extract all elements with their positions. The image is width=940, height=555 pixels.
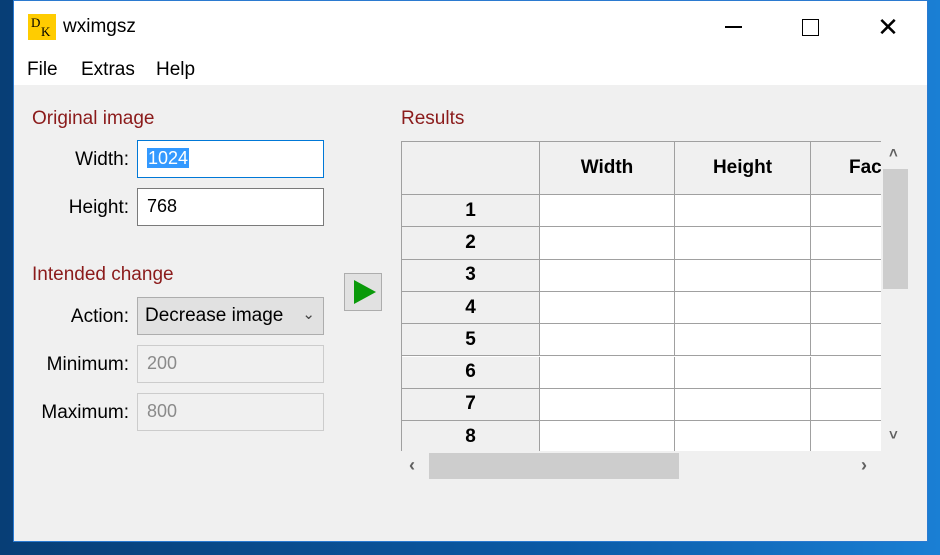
maximum-value: 800: [147, 401, 178, 421]
minimize-button[interactable]: [694, 1, 772, 53]
grid-cell[interactable]: [811, 388, 881, 422]
grid-cell[interactable]: [540, 324, 675, 357]
close-icon: ✕: [877, 12, 899, 42]
grid-cell[interactable]: [675, 195, 811, 228]
logo-letter-d: D: [31, 15, 41, 30]
row-header[interactable]: 7: [402, 388, 540, 422]
minimum-value: 200: [147, 353, 178, 373]
vertical-scrollbar[interactable]: ˄ ˅: [883, 141, 908, 451]
grid-cell[interactable]: [540, 291, 675, 325]
grid-cell[interactable]: [811, 291, 881, 325]
menu-extras[interactable]: Extras: [81, 59, 135, 81]
intended-change-heading: Intended change: [32, 264, 174, 285]
minimum-label: Minimum:: [46, 354, 129, 375]
column-header[interactable]: Fac: [811, 142, 881, 195]
row-header[interactable]: 6: [402, 356, 540, 389]
grid-cell[interactable]: [675, 259, 811, 292]
horizontal-scroll-thumb[interactable]: [429, 453, 679, 479]
scroll-up-icon[interactable]: ˄: [889, 145, 898, 162]
grid-corner[interactable]: [402, 142, 540, 195]
menu-help[interactable]: Help: [156, 59, 195, 81]
grid-cell[interactable]: [675, 227, 811, 260]
height-input[interactable]: 768: [137, 188, 324, 226]
maximize-button[interactable]: [771, 1, 849, 53]
chevron-down-icon: ⌄: [302, 306, 315, 323]
height-label: Height:: [68, 197, 129, 218]
scroll-left-icon[interactable]: ‹: [409, 455, 415, 476]
window-title: wximgsz: [63, 16, 136, 37]
maximum-label: Maximum:: [41, 402, 129, 423]
grid-cell[interactable]: [540, 388, 675, 422]
grid-cell[interactable]: [540, 259, 675, 292]
grid-cell[interactable]: [811, 356, 881, 389]
width-label: Width:: [75, 149, 129, 170]
close-button[interactable]: ✕: [849, 1, 927, 53]
grid-cell[interactable]: [811, 421, 881, 451]
column-header[interactable]: Width: [540, 142, 675, 195]
height-value: 768: [147, 196, 178, 216]
row-header[interactable]: 4: [402, 291, 540, 325]
grid-cell[interactable]: [675, 291, 811, 325]
width-value: 1024: [147, 148, 190, 168]
row-header[interactable]: 1: [402, 195, 540, 228]
maximum-input: 800: [137, 393, 324, 431]
action-label: Action:: [70, 306, 129, 327]
original-image-heading: Original image: [32, 108, 155, 129]
row-header[interactable]: 5: [402, 324, 540, 357]
title-bar[interactable]: D K wximgsz ✕: [14, 1, 927, 53]
minimize-icon: [724, 26, 742, 28]
grid-cell[interactable]: [540, 421, 675, 451]
grid-cell[interactable]: [675, 356, 811, 389]
menu-file[interactable]: File: [27, 59, 58, 81]
grid-cell[interactable]: [675, 324, 811, 357]
grid-cell[interactable]: [811, 324, 881, 357]
action-selected-value: Decrease image: [145, 305, 284, 326]
grid-cell[interactable]: [811, 259, 881, 292]
app-window: D K wximgsz ✕ File Extras Help Original …: [13, 0, 928, 542]
column-header[interactable]: Height: [675, 142, 811, 195]
width-input[interactable]: 1024: [137, 140, 324, 178]
results-grid[interactable]: Width Height Fac 1 2 3 4 5 6 7 8: [401, 141, 881, 451]
logo-letter-k: K: [41, 24, 51, 39]
menu-bar: File Extras Help: [14, 53, 927, 85]
maximize-icon: [801, 18, 819, 36]
action-select[interactable]: Decrease image ⌄: [137, 297, 324, 335]
row-header[interactable]: 2: [402, 227, 540, 260]
row-header[interactable]: 8: [402, 421, 540, 451]
results-heading: Results: [401, 108, 465, 129]
grid-cell[interactable]: [675, 388, 811, 422]
grid-cell[interactable]: [675, 421, 811, 451]
grid-cell[interactable]: [540, 227, 675, 260]
grid-cell[interactable]: [811, 195, 881, 228]
grid-cell[interactable]: [540, 195, 675, 228]
run-button[interactable]: [344, 273, 382, 311]
horizontal-scrollbar[interactable]: ‹ ›: [401, 453, 881, 479]
vertical-scroll-thumb[interactable]: [883, 169, 908, 289]
scroll-right-icon[interactable]: ›: [861, 455, 867, 476]
grid-cell[interactable]: [811, 227, 881, 260]
minimum-input: 200: [137, 345, 324, 383]
grid-cell[interactable]: [540, 356, 675, 389]
play-icon: [354, 280, 376, 304]
row-header[interactable]: 3: [402, 259, 540, 292]
app-logo-icon: D K: [28, 14, 56, 40]
scroll-down-icon[interactable]: ˅: [889, 427, 898, 444]
